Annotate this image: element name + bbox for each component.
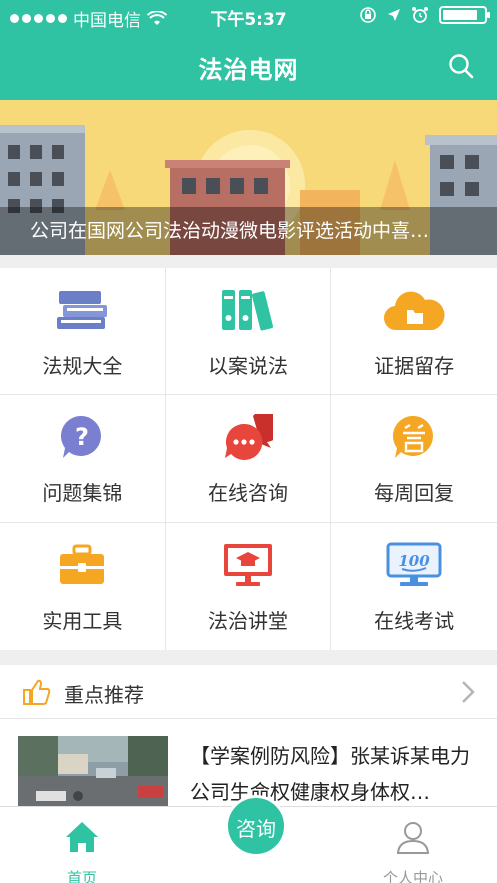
lecture-screen-icon (217, 539, 279, 591)
grid-item-online-consult[interactable]: 在线咨询 (165, 395, 332, 523)
grid-item-regulations[interactable]: 法规大全 (0, 268, 166, 396)
grid-item-faq[interactable]: ? 问题集锦 (0, 395, 166, 523)
svg-text:?: ? (75, 423, 89, 451)
status-bar: 中国电信 下午5:37 (0, 0, 497, 34)
tab-profile[interactable]: 个人中心 (353, 817, 473, 883)
chevron-right-icon[interactable] (461, 680, 475, 704)
banner-caption: 公司在国网公司法治动漫微电影评选活动中喜… (0, 207, 497, 255)
home-icon (66, 822, 98, 852)
answer-bubble-icon (383, 411, 445, 463)
question-bubble-icon: ? (51, 411, 113, 463)
grid-item-cases[interactable]: 以案说法 (165, 268, 332, 396)
grid-item-label: 证据留存 (374, 353, 455, 378)
lock-rotation-icon (360, 7, 376, 23)
alarm-icon (412, 7, 428, 23)
tab-home[interactable]: 首页 (22, 817, 142, 883)
page-title: 法治电网 (198, 56, 299, 84)
news-thumbnail (18, 736, 168, 808)
consult-button[interactable]: 咨询 (225, 795, 287, 857)
tab-home-label: 首页 (66, 869, 97, 883)
cloud-folder-icon (383, 284, 445, 336)
function-grid: 法规大全 以案说法 证据留存 ? 问题集锦 在线咨询 每周回复 实用工具 法治讲… (0, 268, 497, 650)
grid-item-online-exam[interactable]: 100 在线考试 (331, 523, 497, 650)
recommend-title: 重点推荐 (64, 683, 144, 707)
news-title: 【学案例防风险】张某诉某电力公司生命权健康权身体权… (190, 744, 470, 804)
books-icon (51, 284, 113, 336)
thumbs-up-icon (23, 679, 51, 705)
grid-item-label: 以案说法 (207, 353, 288, 378)
grid-item-label: 实用工具 (42, 608, 123, 633)
user-icon (396, 822, 430, 854)
battery-fill (443, 10, 477, 20)
exam-monitor-icon: 100 (383, 539, 445, 591)
grid-item-label: 在线咨询 (207, 480, 288, 505)
grid-item-label: 每周回复 (374, 480, 455, 505)
grid-item-label: 问题集锦 (42, 480, 123, 505)
location-icon (388, 9, 400, 21)
grid-item-evidence[interactable]: 证据留存 (331, 268, 497, 396)
grid-item-label: 在线考试 (374, 608, 455, 633)
grid-item-weekly-reply[interactable]: 每周回复 (331, 395, 497, 523)
search-icon[interactable] (447, 52, 475, 80)
chat-bubble-icon (217, 411, 279, 463)
grid-item-tools[interactable]: 实用工具 (0, 522, 166, 650)
grid-item-label: 法规大全 (42, 353, 123, 378)
news-photo (18, 736, 168, 808)
banner-carousel[interactable]: 公司在国网公司法治动漫微电影评选活动中喜… (0, 100, 497, 255)
app-header: 中国电信 下午5:37 法治电网 (0, 0, 497, 100)
grid-item-label: 法治讲堂 (207, 608, 288, 633)
recommend-section: 重点推荐 【学案例防风险】张某诉某电力公司生命权健康权身体权… (0, 665, 497, 808)
toolbox-icon (51, 539, 113, 591)
status-right (359, 6, 490, 24)
recommend-header[interactable]: 重点推荐 (0, 665, 497, 719)
battery-icon (439, 6, 490, 24)
binders-icon (217, 284, 279, 336)
grid-item-lecture[interactable]: 法治讲堂 (166, 522, 332, 650)
tab-profile-label: 个人中心 (382, 869, 443, 883)
